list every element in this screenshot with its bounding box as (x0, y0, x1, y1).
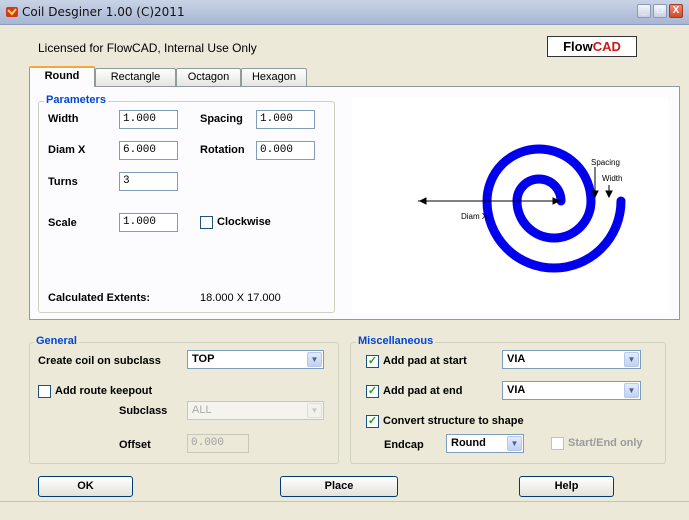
chevron-down-icon[interactable]: ▼ (624, 352, 639, 367)
width-preview-label: Width (602, 174, 622, 183)
flowcad-logo: FlowCAD (547, 36, 637, 57)
status-bar (0, 501, 689, 520)
rotation-label: Rotation (200, 144, 245, 156)
window-title: Coil Desginer 1.00 (C)2011 (22, 5, 185, 19)
chevron-down-icon[interactable]: ▼ (507, 436, 522, 451)
calculated-extents-value: 18.000 X 17.000 (200, 292, 281, 304)
width-input[interactable]: 1.000 (119, 110, 178, 129)
keepout-subclass-value: ALL (192, 404, 212, 416)
spacing-input[interactable]: 1.000 (256, 110, 315, 129)
maximize-icon: □ (656, 5, 664, 16)
rotation-input[interactable]: 0.000 (256, 141, 315, 160)
diam-arrow-left (418, 197, 427, 205)
parameters-group-title: Parameters (44, 94, 108, 106)
coil-preview: Diam X Spacing Width (352, 97, 668, 313)
chevron-down-icon[interactable]: ▼ (307, 352, 322, 367)
app-icon (6, 7, 18, 17)
width-arrow (605, 190, 613, 199)
ok-button[interactable]: OK (38, 476, 133, 497)
maximize-button[interactable]: □ (653, 4, 667, 18)
diamx-label: Diam X (48, 144, 86, 156)
scale-input[interactable]: 1.000 (119, 213, 178, 232)
coil-preview-drawing: Diam X Spacing Width (418, 144, 626, 273)
turns-label: Turns (48, 176, 78, 188)
help-button[interactable]: Help (519, 476, 614, 497)
endcap-select[interactable]: Round ▼ (446, 434, 524, 453)
route-keepout-checkbox[interactable] (38, 385, 51, 398)
clockwise-checkbox[interactable] (200, 216, 213, 229)
close-button[interactable]: X (669, 4, 683, 18)
license-text: Licensed for FlowCAD, Internal Use Only (38, 41, 257, 55)
pad-end-label: Add pad at end (383, 385, 463, 397)
spacing-preview-label: Spacing (591, 158, 620, 167)
logo-flow: Flow (563, 39, 593, 54)
clockwise-label: Clockwise (217, 216, 271, 228)
endcap-value: Round (451, 437, 486, 449)
offset-label: Offset (119, 439, 151, 451)
create-coil-subclass-label: Create coil on subclass (38, 355, 161, 367)
subclass-select[interactable]: TOP ▼ (187, 350, 324, 369)
pad-start-value: VIA (507, 353, 526, 365)
pad-start-select[interactable]: VIA ▼ (502, 350, 641, 369)
width-label: Width (48, 113, 79, 125)
pad-start-label: Add pad at start (383, 355, 467, 367)
minimize-button[interactable]: _ (637, 4, 651, 18)
pad-end-checkbox[interactable]: ✓ (366, 385, 379, 398)
chevron-down-icon[interactable]: ▼ (307, 403, 322, 418)
calculated-extents-label: Calculated Extents: (48, 292, 151, 304)
route-keepout-label: Add route keepout (55, 385, 153, 397)
scale-label: Scale (48, 217, 77, 229)
logo-cad: CAD (592, 39, 621, 54)
minimize-icon: _ (641, 5, 647, 16)
pad-end-value: VIA (507, 384, 526, 396)
turns-input[interactable]: 3 (119, 172, 178, 191)
diam-label: Diam X (461, 212, 488, 221)
pad-start-checkbox[interactable]: ✓ (366, 355, 379, 368)
subclass-select-value: TOP (192, 353, 215, 365)
convert-shape-checkbox[interactable]: ✓ (366, 415, 379, 428)
miscellaneous-group-title: Miscellaneous (356, 335, 436, 347)
pad-end-select[interactable]: VIA ▼ (502, 381, 641, 400)
keepout-subclass-select[interactable]: ALL ▼ (187, 401, 324, 420)
parameters-group (38, 101, 335, 313)
close-icon: X (672, 5, 680, 16)
offset-input[interactable]: 0.000 (187, 434, 249, 453)
place-button[interactable]: Place (280, 476, 398, 497)
tab-hexagon[interactable]: Hexagon (241, 68, 307, 86)
endcap-label: Endcap (384, 439, 424, 451)
tab-octagon[interactable]: Octagon (176, 68, 241, 86)
tab-round[interactable]: Round (29, 66, 95, 87)
keepout-subclass-label: Subclass (119, 405, 168, 417)
convert-shape-label: Convert structure to shape (383, 415, 524, 427)
spacing-label: Spacing (200, 113, 243, 125)
general-group-title: General (34, 335, 79, 347)
diamx-input[interactable]: 6.000 (119, 141, 178, 160)
start-end-only-label: Start/End only (568, 437, 643, 449)
tab-rectangle[interactable]: Rectangle (95, 68, 176, 86)
start-end-only-checkbox[interactable] (551, 437, 564, 450)
chevron-down-icon[interactable]: ▼ (624, 383, 639, 398)
